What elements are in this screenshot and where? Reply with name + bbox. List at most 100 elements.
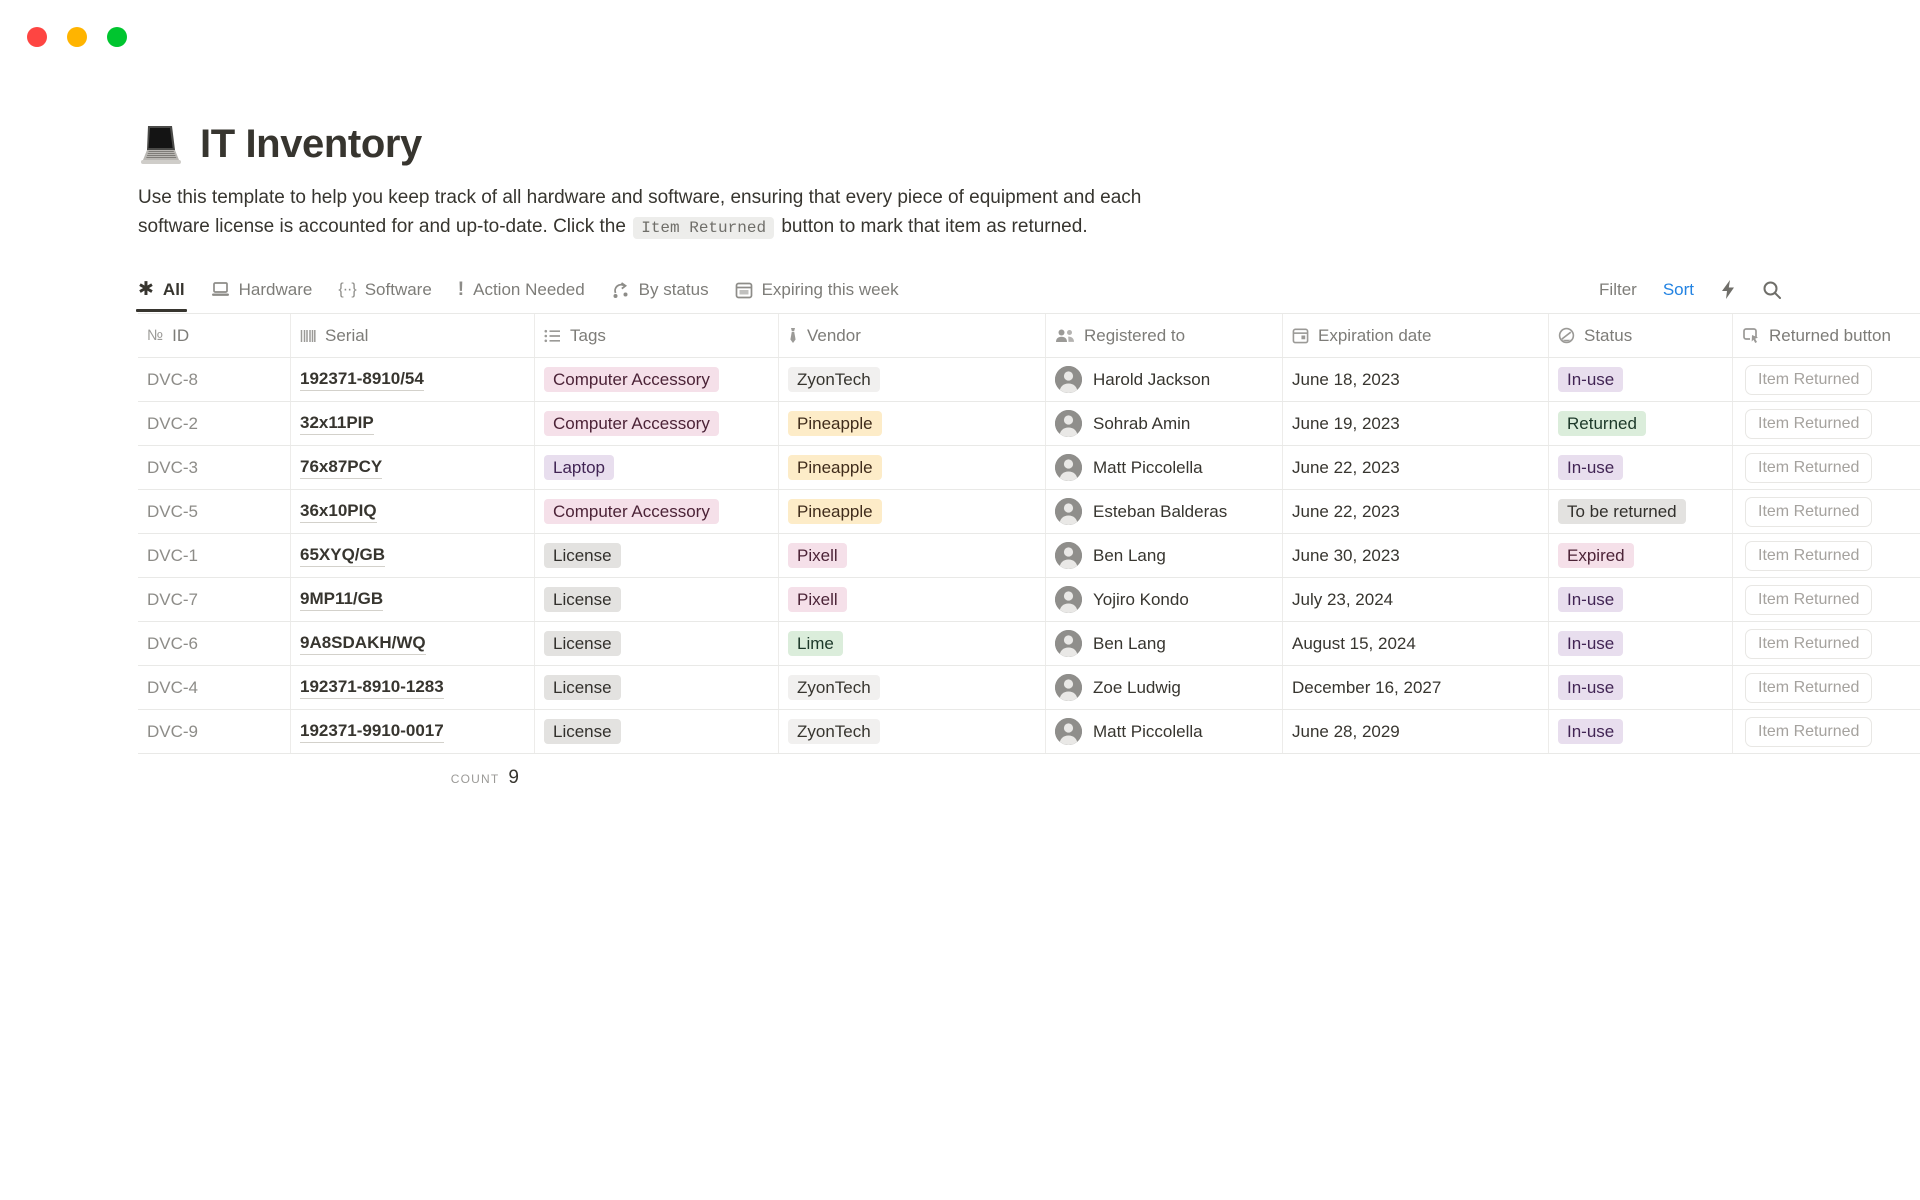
cell-tags[interactable]: Computer Accessory <box>535 402 779 445</box>
cell-tags[interactable]: Computer Accessory <box>535 490 779 533</box>
cell-vendor[interactable]: Pixell <box>779 578 1046 621</box>
serial-link[interactable]: 36x10PIQ <box>300 501 377 523</box>
cell-returned-button[interactable]: Item Returned <box>1733 534 1920 577</box>
cell-serial[interactable]: 9A8SDAKH/WQ <box>291 622 535 665</box>
cell-registered-to[interactable]: Ben Lang <box>1046 534 1283 577</box>
minimize-window-button[interactable] <box>67 27 87 47</box>
cell-id[interactable]: DVC-7 <box>138 578 291 621</box>
table-row[interactable]: DVC-2 32x11PIP Computer Accessory Pineap… <box>138 402 1920 446</box>
cell-serial[interactable]: 192371-8910-1283 <box>291 666 535 709</box>
lightning-bolt-icon[interactable] <box>1720 279 1736 300</box>
close-window-button[interactable] <box>27 27 47 47</box>
search-icon[interactable] <box>1762 280 1782 300</box>
cell-serial[interactable]: 32x11PIP <box>291 402 535 445</box>
item-returned-button[interactable]: Item Returned <box>1745 584 1873 615</box>
item-returned-button[interactable]: Item Returned <box>1745 540 1873 571</box>
table-row[interactable]: DVC-4 192371-8910-1283 License ZyonTech … <box>138 666 1920 710</box>
cell-vendor[interactable]: Pineapple <box>779 402 1046 445</box>
cell-status[interactable]: In-use <box>1549 358 1733 401</box>
filter-button[interactable]: Filter <box>1599 280 1637 300</box>
cell-expiration-date[interactable]: June 19, 2023 <box>1283 402 1549 445</box>
item-returned-button[interactable]: Item Returned <box>1745 408 1873 439</box>
cell-registered-to[interactable]: Zoe Ludwig <box>1046 666 1283 709</box>
cell-registered-to[interactable]: Harold Jackson <box>1046 358 1283 401</box>
cell-registered-to[interactable]: Esteban Balderas <box>1046 490 1283 533</box>
tab-expiring-this-week[interactable]: Expiring this week <box>735 267 899 312</box>
cell-vendor[interactable]: Lime <box>779 622 1046 665</box>
cell-tags[interactable]: Computer Accessory <box>535 358 779 401</box>
cell-tags[interactable]: License <box>535 534 779 577</box>
cell-registered-to[interactable]: Matt Piccolella <box>1046 446 1283 489</box>
cell-returned-button[interactable]: Item Returned <box>1733 710 1920 753</box>
item-returned-button[interactable]: Item Returned <box>1745 628 1873 659</box>
cell-returned-button[interactable]: Item Returned <box>1733 666 1920 709</box>
column-header-returned-button[interactable]: Returned button <box>1733 314 1920 357</box>
cell-status[interactable]: In-use <box>1549 666 1733 709</box>
serial-link[interactable]: 9MP11/GB <box>300 589 384 611</box>
table-row[interactable]: DVC-7 9MP11/GB License Pixell Yojiro Kon… <box>138 578 1920 622</box>
sort-button[interactable]: Sort <box>1663 280 1694 300</box>
cell-tags[interactable]: License <box>535 666 779 709</box>
cell-id[interactable]: DVC-9 <box>138 710 291 753</box>
tab-by-status[interactable]: By status <box>611 267 709 312</box>
column-header-expiration-date[interactable]: Status Expiration date <box>1283 314 1549 357</box>
tab-hardware[interactable]: Hardware <box>211 267 312 312</box>
cell-status[interactable]: In-use <box>1549 578 1733 621</box>
cell-tags[interactable]: License <box>535 578 779 621</box>
cell-expiration-date[interactable]: June 22, 2023 <box>1283 490 1549 533</box>
cell-id[interactable]: DVC-3 <box>138 446 291 489</box>
laptop-emoji-icon[interactable] <box>138 124 184 166</box>
cell-serial[interactable]: 36x10PIQ <box>291 490 535 533</box>
item-returned-button[interactable]: Item Returned <box>1745 716 1873 747</box>
column-header-vendor[interactable]: Vendor <box>779 314 1046 357</box>
table-row[interactable]: DVC-1 65XYQ/GB License Pixell Ben Lang J… <box>138 534 1920 578</box>
cell-id[interactable]: DVC-4 <box>138 666 291 709</box>
cell-id[interactable]: DVC-1 <box>138 534 291 577</box>
tab-software[interactable]: {··} Software <box>338 267 431 312</box>
cell-id[interactable]: DVC-8 <box>138 358 291 401</box>
cell-id[interactable]: DVC-5 <box>138 490 291 533</box>
cell-vendor[interactable]: Pineapple <box>779 490 1046 533</box>
cell-returned-button[interactable]: Item Returned <box>1733 490 1920 533</box>
table-row[interactable]: DVC-6 9A8SDAKH/WQ License Lime Ben Lang … <box>138 622 1920 666</box>
cell-tags[interactable]: Laptop <box>535 446 779 489</box>
cell-status[interactable]: Returned <box>1549 402 1733 445</box>
cell-returned-button[interactable]: Item Returned <box>1733 402 1920 445</box>
cell-status[interactable]: To be returned <box>1549 490 1733 533</box>
tab-all[interactable]: ✱ All <box>136 267 187 312</box>
cell-vendor[interactable]: ZyonTech <box>779 666 1046 709</box>
cell-expiration-date[interactable]: August 15, 2024 <box>1283 622 1549 665</box>
zoom-window-button[interactable] <box>107 27 127 47</box>
serial-link[interactable]: 76x87PCY <box>300 457 383 479</box>
cell-vendor[interactable]: ZyonTech <box>779 358 1046 401</box>
page-title[interactable]: IT Inventory <box>200 122 422 167</box>
table-row[interactable]: DVC-8 192371-8910/54 Computer Accessory … <box>138 358 1920 402</box>
item-returned-button[interactable]: Item Returned <box>1745 364 1873 395</box>
cell-tags[interactable]: License <box>535 710 779 753</box>
cell-tags[interactable]: License <box>535 622 779 665</box>
table-row[interactable]: DVC-9 192371-9910-0017 License ZyonTech … <box>138 710 1920 754</box>
cell-serial[interactable]: 9MP11/GB <box>291 578 535 621</box>
tab-action-needed[interactable]: ! Action Needed <box>458 267 585 312</box>
cell-status[interactable]: In-use <box>1549 446 1733 489</box>
cell-expiration-date[interactable]: June 30, 2023 <box>1283 534 1549 577</box>
cell-serial[interactable]: 76x87PCY <box>291 446 535 489</box>
cell-returned-button[interactable]: Item Returned <box>1733 358 1920 401</box>
cell-status[interactable]: Expired <box>1549 534 1733 577</box>
column-header-tags[interactable]: Tags <box>535 314 779 357</box>
cell-status[interactable]: In-use <box>1549 710 1733 753</box>
cell-id[interactable]: DVC-2 <box>138 402 291 445</box>
cell-expiration-date[interactable]: June 18, 2023 <box>1283 358 1549 401</box>
cell-returned-button[interactable]: Item Returned <box>1733 578 1920 621</box>
cell-serial[interactable]: 192371-8910/54 <box>291 358 535 401</box>
cell-id[interactable]: DVC-6 <box>138 622 291 665</box>
cell-expiration-date[interactable]: June 22, 2023 <box>1283 446 1549 489</box>
column-header-id[interactable]: № ID <box>138 314 291 357</box>
cell-registered-to[interactable]: Yojiro Kondo <box>1046 578 1283 621</box>
item-returned-button[interactable]: Item Returned <box>1745 496 1873 527</box>
cell-registered-to[interactable]: Matt Piccolella <box>1046 710 1283 753</box>
cell-status[interactable]: In-use <box>1549 622 1733 665</box>
page-description[interactable]: Use this template to help you keep track… <box>138 183 1920 243</box>
column-header-registered-to[interactable]: Registered to <box>1046 314 1283 357</box>
serial-link[interactable]: 192371-8910/54 <box>300 369 424 391</box>
